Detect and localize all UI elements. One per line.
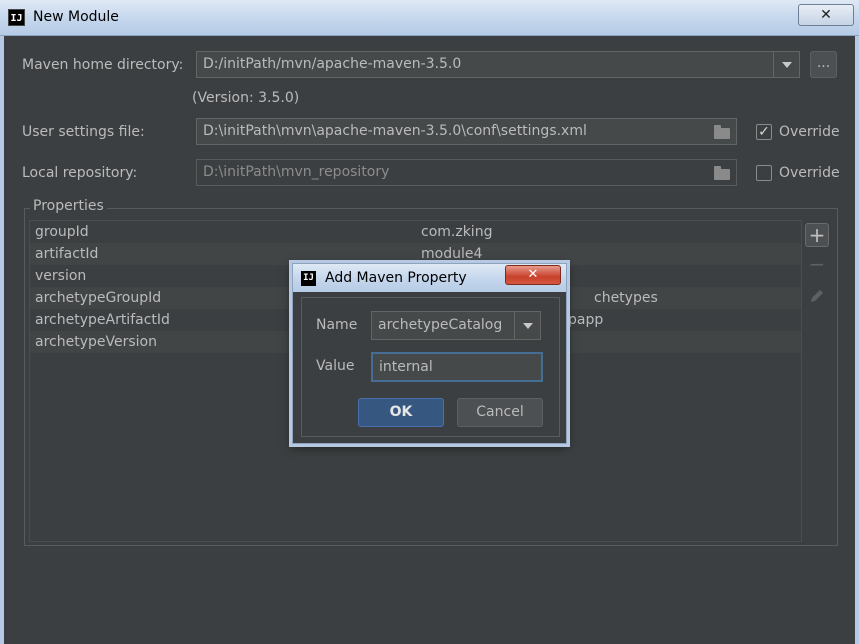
local-repository-override-label: Override: [779, 165, 840, 181]
maven-home-label: Maven home directory:: [22, 57, 184, 73]
value-label: Value: [316, 358, 355, 374]
edit-property-button[interactable]: [805, 284, 829, 308]
maven-home-combo[interactable]: D:/initPath/mvn/apache-maven-3.5.0: [196, 51, 800, 78]
local-repository-override-checkbox[interactable]: [756, 165, 772, 181]
chevron-down-icon[interactable]: [773, 52, 799, 77]
property-key: artifactId: [35, 246, 99, 262]
window-title: New Module: [33, 9, 119, 25]
maven-home-browse-button[interactable]: ...: [810, 51, 837, 78]
dialog-body: Name archetypeCatalog Value internal OK …: [301, 297, 560, 437]
dialog-close-button[interactable]: ✕: [505, 265, 561, 285]
name-value: archetypeCatalog: [378, 317, 503, 333]
window-titlebar: IJ New Module ✕: [0, 0, 859, 36]
chevron-down-icon[interactable]: [514, 312, 540, 339]
property-key: archetypeGroupId: [35, 290, 162, 306]
pencil-icon: [811, 290, 823, 302]
property-key: archetypeArtifactId: [35, 312, 170, 328]
add-maven-property-dialog: IJ Add Maven Property ✕ Name archetypeCa…: [292, 263, 567, 444]
user-settings-override-checkbox[interactable]: ✓: [756, 124, 772, 140]
window-close-button[interactable]: ✕: [798, 4, 854, 26]
intellij-app-icon: IJ: [301, 271, 316, 286]
folder-icon[interactable]: [714, 166, 730, 180]
maven-home-value: D:/initPath/mvn/apache-maven-3.5.0: [203, 56, 462, 72]
cancel-button[interactable]: Cancel: [457, 398, 543, 427]
user-settings-label: User settings file:: [22, 124, 145, 140]
user-settings-input[interactable]: D:\initPath\mvn\apache-maven-3.5.0\conf\…: [196, 118, 737, 145]
properties-title: Properties: [30, 198, 107, 214]
intellij-app-icon: IJ: [8, 9, 25, 26]
local-repository-value: D:\initPath\mvn_repository: [203, 164, 390, 180]
property-key: archetypeVersion: [35, 334, 157, 350]
user-settings-override-label: Override: [779, 124, 840, 140]
name-combo[interactable]: archetypeCatalog: [371, 311, 541, 340]
property-value: com.zking: [421, 224, 493, 240]
user-settings-value: D:\initPath\mvn\apache-maven-3.5.0\conf\…: [203, 123, 587, 139]
ok-button[interactable]: OK: [358, 398, 444, 427]
local-repository-input[interactable]: D:\initPath\mvn_repository: [196, 159, 737, 186]
property-key: groupId: [35, 224, 89, 240]
property-key: version: [35, 268, 87, 284]
property-value: papp: [568, 312, 604, 328]
maven-version-text: (Version: 3.5.0): [192, 90, 300, 106]
remove-property-button[interactable]: −: [805, 253, 829, 277]
folder-icon[interactable]: [714, 125, 730, 139]
property-value: chetypes: [594, 290, 658, 306]
local-repository-label: Local repository:: [22, 165, 138, 181]
dialog-title: Add Maven Property: [325, 270, 467, 286]
value-input[interactable]: internal: [371, 352, 543, 382]
add-property-button[interactable]: +: [805, 223, 829, 247]
table-row[interactable]: artifactId module4: [30, 243, 801, 265]
property-value: module4: [421, 246, 483, 262]
table-row[interactable]: groupId com.zking: [30, 221, 801, 243]
name-label: Name: [316, 317, 358, 333]
dialog-titlebar: IJ Add Maven Property ✕: [293, 264, 566, 292]
